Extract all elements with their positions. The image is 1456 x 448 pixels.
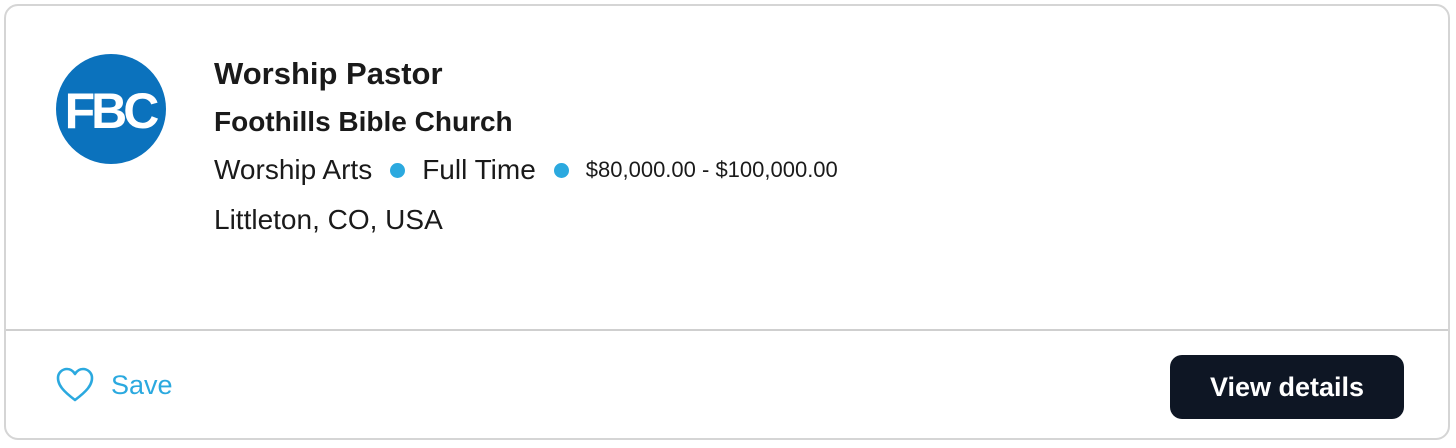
organization-logo: FBC — [56, 54, 166, 164]
job-title: Worship Pastor — [214, 56, 443, 91]
save-label: Save — [111, 370, 173, 400]
save-button[interactable]: Save — [56, 367, 173, 403]
job-category: Worship Arts — [214, 154, 373, 185]
job-meta: Worship Arts Full Time $80,000.00 - $100… — [214, 150, 838, 190]
heart-outline-icon — [56, 367, 94, 402]
view-details-button[interactable]: View details — [1170, 355, 1404, 419]
job-card-body: FBC Worship Pastor Foothills Bible Churc… — [6, 6, 1448, 329]
salary-range: $80,000.00 - $100,000.00 — [585, 157, 838, 182]
separator-dot — [553, 162, 569, 178]
job-details: Worship Pastor Foothills Bible Church Wo… — [214, 54, 838, 240]
job-card: FBC Worship Pastor Foothills Bible Churc… — [4, 4, 1450, 440]
organization-name: Foothills Bible Church — [214, 106, 513, 137]
organization-logo-text: FBC — [65, 83, 159, 139]
employment-type: Full Time — [422, 154, 536, 185]
job-card-footer: Save View details — [6, 331, 1448, 438]
job-location: Littleton, CO, USA — [214, 204, 443, 235]
separator-dot — [390, 162, 406, 178]
